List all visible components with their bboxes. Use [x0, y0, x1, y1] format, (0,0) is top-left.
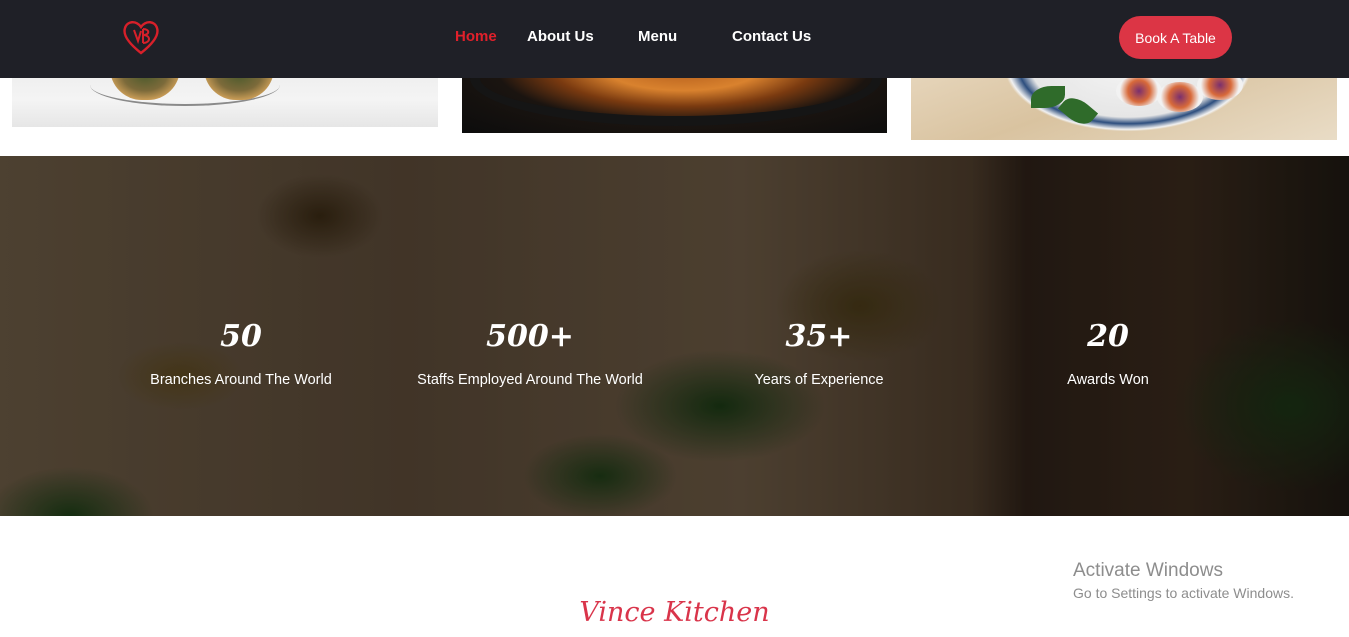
watermark-title: Activate Windows — [1073, 560, 1223, 581]
spring-roll — [1116, 76, 1162, 106]
section-title: Vince Kitchen — [579, 597, 770, 628]
stats-banner: 50 Branches Around The World 500+ Staffs… — [0, 156, 1349, 516]
stat-value: 35+ — [785, 319, 853, 354]
nav-menu[interactable]: Menu — [638, 28, 677, 45]
heart-logo-icon — [123, 21, 159, 55]
nav-contact-us[interactable]: Contact Us — [732, 28, 811, 45]
stat-label: Years of Experience — [754, 372, 884, 388]
spring-roll — [1157, 82, 1203, 112]
logo-icon[interactable] — [121, 17, 161, 57]
site-header: Home About Us Menu Contact Us Book A Tab… — [0, 0, 1349, 78]
stat-label: Branches Around The World — [150, 372, 332, 388]
stat-label: Staffs Employed Around The World — [417, 372, 643, 388]
nav-about-us[interactable]: About Us — [527, 28, 594, 45]
stat-label: Awards Won — [1067, 372, 1149, 388]
stat-value: 20 — [1087, 319, 1129, 354]
nav-home[interactable]: Home — [455, 28, 497, 45]
activate-windows-watermark: Activate Windows Go to Settings to activ… — [1073, 560, 1294, 601]
watermark-subtitle: Go to Settings to activate Windows. — [1073, 585, 1294, 601]
book-a-table-button[interactable]: Book A Table — [1119, 16, 1232, 59]
stat-value: 50 — [220, 319, 262, 354]
stat-value: 500+ — [486, 319, 574, 354]
